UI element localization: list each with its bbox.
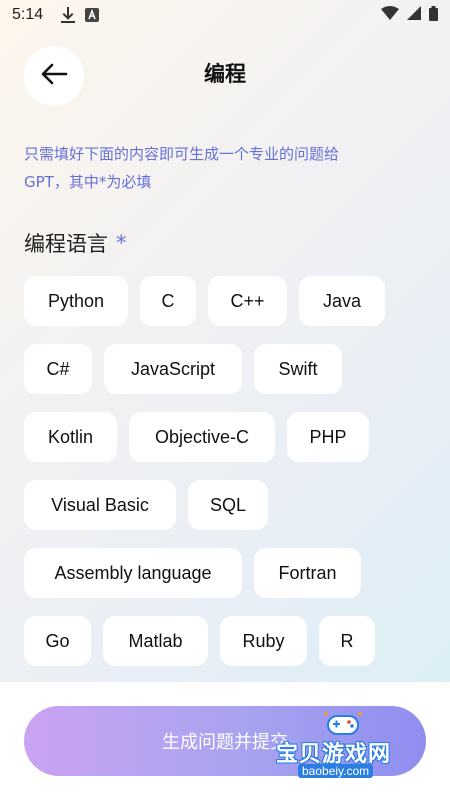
chip-visual-basic[interactable]: Visual Basic [24, 480, 176, 530]
section-title: 编程语言 * [24, 228, 127, 258]
section-title-text: 编程语言 [24, 232, 108, 256]
status-bar: 5:14 [0, 0, 450, 30]
chip-cpp[interactable]: C++ [208, 276, 287, 326]
chip-php[interactable]: PHP [287, 412, 369, 462]
download-icon [61, 7, 76, 23]
chip-fortran[interactable]: Fortran [254, 548, 361, 598]
chip-objective-c[interactable]: Objective-C [129, 412, 275, 462]
chip-javascript[interactable]: JavaScript [104, 344, 242, 394]
gamepad-icon [320, 710, 366, 738]
page-title: 编程 [204, 62, 246, 86]
chip-go[interactable]: Go [24, 616, 91, 666]
watermark: 宝贝游戏网 baobeiy.com [276, 708, 436, 780]
chip-r[interactable]: R [319, 616, 375, 666]
chip-c[interactable]: C [140, 276, 196, 326]
required-mark: * [116, 231, 127, 255]
chip-java[interactable]: Java [299, 276, 385, 326]
chip-python[interactable]: Python [24, 276, 128, 326]
watermark-text-en: baobeiy.com [298, 764, 374, 778]
chip-swift[interactable]: Swift [254, 344, 342, 394]
chip-csharp[interactable]: C# [24, 344, 92, 394]
keyboard-a-icon [85, 8, 100, 22]
chip-sql[interactable]: SQL [188, 480, 268, 530]
chip-ruby[interactable]: Ruby [220, 616, 307, 666]
description-line-2: GPT，其中*为必填 [24, 173, 152, 191]
status-time: 5:14 [12, 6, 44, 23]
cellular-icon [407, 6, 421, 24]
description-line-1: 只需填好下面的内容即可生成一个专业的问题给 [24, 145, 340, 163]
wifi-icon [381, 6, 399, 24]
chip-assembly-language[interactable]: Assembly language [24, 548, 242, 598]
battery-icon [429, 5, 438, 25]
description: 只需填好下面的内容即可生成一个专业的问题给 GPT，其中*为必填 [24, 140, 424, 196]
chip-matlab[interactable]: Matlab [103, 616, 208, 666]
chip-kotlin[interactable]: Kotlin [24, 412, 117, 462]
submit-button-label: 生成问题并提交 [162, 732, 288, 753]
